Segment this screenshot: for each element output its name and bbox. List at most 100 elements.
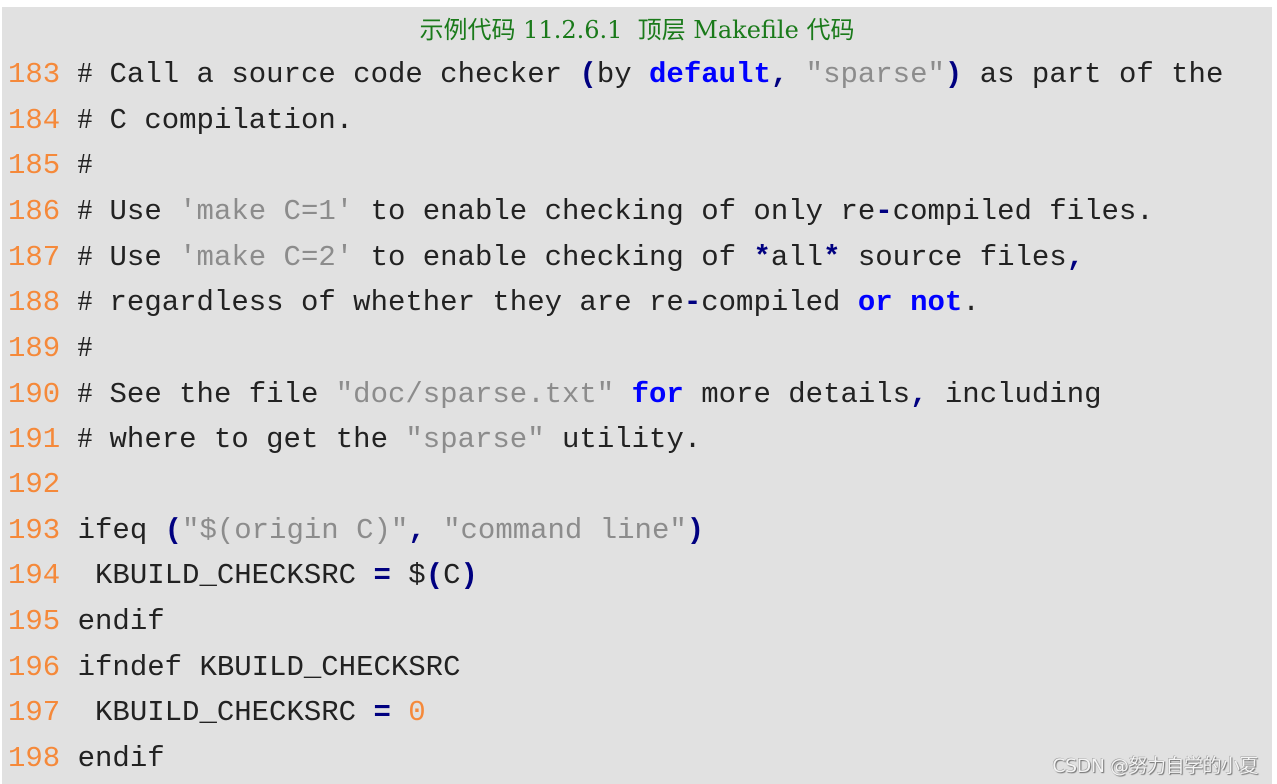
code-token-operator: ( bbox=[425, 559, 444, 593]
line-number: 192 bbox=[8, 467, 61, 501]
code-token-string: "doc/sparse.txt" bbox=[335, 377, 615, 411]
code-token-text: as part of the bbox=[962, 58, 1224, 91]
code-token-operator: ) bbox=[686, 513, 705, 547]
code-caption: 示例代码 11.2.6.1 顶层 Makefile 代码 bbox=[419, 16, 855, 44]
code-line: 190 # See the file "doc/sparse.txt" for … bbox=[8, 371, 1223, 417]
line-gutter-space bbox=[60, 378, 77, 411]
code-token-keyword: for bbox=[631, 377, 684, 411]
line-gutter-space bbox=[60, 605, 77, 638]
code-token-keyword: default bbox=[649, 58, 771, 91]
code-token-text: utility. bbox=[544, 423, 702, 457]
code-token-string: "sparse" bbox=[405, 423, 545, 457]
code-token-text: $ bbox=[390, 559, 426, 593]
code-line: 184 # C compilation. bbox=[8, 97, 1223, 143]
code-token-operator: ( bbox=[164, 513, 183, 547]
line-gutter-space bbox=[60, 559, 77, 592]
line-number: 189 bbox=[8, 331, 61, 365]
code-line: 195 endif bbox=[8, 599, 1223, 645]
code-token-keyword: or bbox=[857, 286, 893, 320]
line-number: 193 bbox=[8, 513, 61, 547]
code-listing: 示例代码 11.2.6.1 顶层 Makefile 代码 183 # Call … bbox=[2, 7, 1272, 784]
line-gutter-space bbox=[60, 104, 77, 137]
code-line: 192 bbox=[8, 462, 1223, 508]
code-token-operator: , bbox=[408, 513, 426, 547]
code-line: 183 # Call a source code checker (by def… bbox=[8, 51, 1223, 97]
code-token-text: Call a source code checker bbox=[92, 58, 580, 91]
code-token-operator: , bbox=[1066, 240, 1085, 274]
code-token-operator: = bbox=[373, 559, 391, 593]
line-number: 191 bbox=[8, 423, 61, 457]
code-line: 186 # Use 'make C=1' to enable checking … bbox=[8, 188, 1223, 234]
line-gutter-space bbox=[60, 696, 77, 729]
code-line: 189 # bbox=[8, 325, 1223, 371]
code-token-comment-mark: # bbox=[77, 285, 93, 318]
code-token-string: "command line" bbox=[443, 513, 687, 547]
code-token-operator: * bbox=[753, 240, 771, 274]
code-token-comment-mark: # bbox=[77, 422, 93, 455]
code-token-text: endif bbox=[77, 741, 165, 775]
code-token-comment-mark: # bbox=[77, 148, 93, 181]
code-token-comment-mark: # bbox=[77, 57, 93, 89]
code-token-text: KBUILD_CHECKSRC bbox=[77, 559, 374, 593]
code-token-operator: ) bbox=[460, 559, 478, 593]
code-line: 187 # Use 'make C=2' to enable checking … bbox=[8, 234, 1223, 280]
line-gutter-space bbox=[60, 58, 77, 91]
code-token-comment-mark: # bbox=[77, 376, 93, 409]
code-token-text: KBUILD_CHECKSRC bbox=[77, 696, 374, 730]
code-token-text: C compilation. bbox=[92, 103, 354, 137]
code-token-operator: = bbox=[373, 696, 391, 730]
line-number: 183 bbox=[8, 58, 61, 91]
code-line: 188 # regardless of whether they are re-… bbox=[8, 279, 1223, 325]
code-token-text: C bbox=[443, 559, 461, 593]
line-number: 195 bbox=[8, 604, 61, 638]
code-token-text: endif bbox=[77, 604, 165, 638]
code-line: 193 ifeq ("$(origin C)", "command line") bbox=[8, 508, 1223, 554]
code-token-text: including bbox=[927, 377, 1102, 411]
line-gutter-space bbox=[60, 332, 77, 365]
code-token-text: more details bbox=[683, 377, 911, 411]
code-line: 196 ifndef KBUILD_CHECKSRC bbox=[8, 645, 1223, 691]
code-token-text: compiled bbox=[701, 286, 858, 320]
code-line: 185 # bbox=[8, 142, 1223, 188]
code-token-text: to enable checking of only re bbox=[353, 194, 876, 228]
code-line: 198 endif bbox=[8, 736, 1223, 782]
code-line: 197 KBUILD_CHECKSRC = 0 bbox=[8, 690, 1223, 736]
line-number: 198 bbox=[8, 741, 61, 775]
line-gutter-space bbox=[60, 241, 77, 274]
code-lines: 183 # Call a source code checker ( by def… bbox=[8, 51, 1223, 782]
code-token-operator: ) bbox=[944, 58, 963, 91]
code-token-text: Use bbox=[92, 194, 180, 228]
line-number: 190 bbox=[8, 377, 61, 411]
line-number: 185 bbox=[8, 149, 61, 183]
line-number: 188 bbox=[8, 286, 61, 320]
code-token-string: "$(origin C)" bbox=[182, 513, 409, 547]
code-token-string: 'make C=2' bbox=[179, 240, 354, 274]
code-token-number: 0 bbox=[408, 696, 426, 730]
code-token-text: ifeq bbox=[77, 513, 165, 547]
code-token-string: "sparse" bbox=[805, 58, 945, 91]
line-gutter-space bbox=[60, 742, 77, 775]
line-number: 197 bbox=[8, 696, 61, 730]
code-token-text: where to get the bbox=[92, 423, 406, 457]
line-gutter-space bbox=[60, 149, 77, 182]
code-token-text: all bbox=[770, 240, 824, 274]
line-gutter-space bbox=[60, 468, 77, 501]
code-line: 191 # where to get the "sparse" utility. bbox=[8, 416, 1223, 462]
code-token-text: Use bbox=[92, 240, 180, 274]
code-token-text: See the file bbox=[92, 377, 336, 411]
line-gutter-space bbox=[60, 514, 77, 547]
code-token-operator: - bbox=[875, 194, 893, 228]
code-line: 194 KBUILD_CHECKSRC = $(C) bbox=[8, 553, 1223, 599]
line-number: 196 bbox=[8, 650, 61, 684]
code-token-comment-mark: # bbox=[77, 330, 93, 363]
code-token-text: source files bbox=[840, 240, 1067, 274]
watermark: CSDN @努力自学的小夏 bbox=[1052, 755, 1258, 777]
code-token-text: by bbox=[596, 58, 650, 91]
code-token-operator: , bbox=[910, 377, 928, 411]
code-token-comment-mark: # bbox=[77, 239, 93, 272]
code-token-text: to enable checking of bbox=[353, 240, 754, 274]
